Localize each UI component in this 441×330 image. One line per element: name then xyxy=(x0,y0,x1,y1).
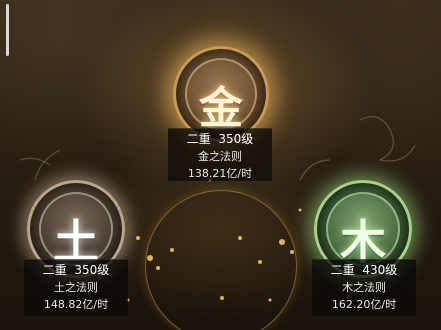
sparkle xyxy=(156,266,160,270)
wood-medallion-inner: 木 xyxy=(326,192,400,269)
wisp xyxy=(359,116,394,161)
earth-rate: 148.82亿/时 xyxy=(43,298,109,311)
wisp xyxy=(299,159,331,181)
wood-tier: 二重 xyxy=(330,263,355,277)
sparkle xyxy=(238,236,242,240)
wood-tier-line: 二重 430级 xyxy=(312,260,416,279)
sparkle xyxy=(279,239,285,245)
metal-info-panel: 二重 350级 金之法则 138.21亿/时 xyxy=(168,128,272,181)
sparkle xyxy=(136,236,140,240)
sparkle xyxy=(220,296,224,300)
wood-rate: 162.20亿/时 xyxy=(331,298,397,311)
metal-tier-line: 二重 350级 xyxy=(168,129,272,148)
metal-medallion-inner: 金 xyxy=(185,58,257,134)
wisp xyxy=(34,149,61,181)
sparkle xyxy=(258,260,262,264)
wisp xyxy=(379,144,416,162)
earth-level: 350级 xyxy=(74,263,110,277)
earth-law-name: 土之法则 xyxy=(54,281,98,294)
earth-medallion-inner: 土 xyxy=(39,192,113,269)
earth-tier: 二重 xyxy=(42,263,67,277)
wood-level: 430级 xyxy=(362,263,398,277)
wood-law-name: 木之法则 xyxy=(342,281,386,294)
wood-info-panel: 二重 430级 木之法则 162.20亿/时 xyxy=(312,259,416,316)
sparkle xyxy=(268,298,272,302)
scroll-indicator[interactable] xyxy=(6,4,9,56)
sparkle xyxy=(290,250,294,254)
earth-tier-line: 二重 350级 xyxy=(24,260,128,279)
metal-level: 350级 xyxy=(218,132,254,146)
law-selection-scene: 金 二重 350级 金之法则 138.21亿/时 土 二重 350级 土之法则 … xyxy=(0,0,441,330)
wisp xyxy=(19,157,51,166)
sparkle xyxy=(298,208,302,212)
sparkle xyxy=(147,255,153,261)
metal-glyph: 金 xyxy=(199,83,243,134)
earth-info-panel: 二重 350级 土之法则 148.82亿/时 xyxy=(24,259,128,316)
metal-tier: 二重 xyxy=(186,132,211,146)
sparkle xyxy=(170,248,174,252)
metal-law-name: 金之法则 xyxy=(198,150,242,163)
metal-rate: 138.21亿/时 xyxy=(187,167,253,180)
